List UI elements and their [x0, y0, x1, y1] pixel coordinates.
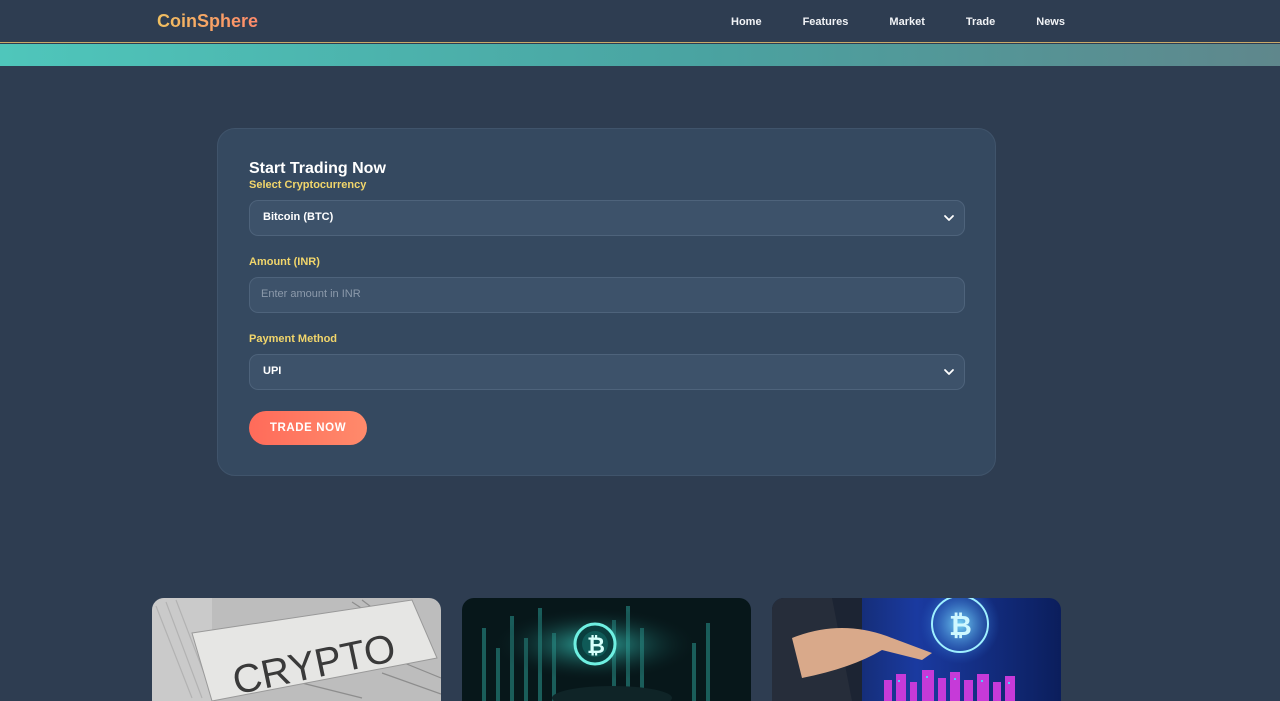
nav-item-news[interactable]: News [1036, 16, 1065, 28]
nav-item-trade[interactable]: Trade [966, 16, 995, 28]
chevron-down-icon [944, 369, 954, 375]
amount-input-placeholder: Enter amount in INR [261, 288, 361, 300]
payment-method-label: Payment Method [249, 333, 338, 345]
chevron-down-icon [944, 215, 954, 221]
payment-method-value: UPI [263, 365, 282, 377]
main-nav: Home Features Market Trade News [712, 0, 1065, 43]
crypto-select-label: Select Cryptocurrency [249, 179, 367, 191]
card-title: Start Trading Now [249, 160, 386, 177]
trade-now-button[interactable]: TRADE NOW [249, 411, 367, 445]
bitcoin-icon: ₿ [587, 633, 605, 658]
bitcoin-icon: ₿ [949, 610, 972, 641]
nav-item-home[interactable]: Home [731, 16, 762, 28]
accent-bar [0, 44, 1280, 66]
site-header: CoinSphere Home Features Market Trade Ne… [0, 0, 1280, 43]
trade-form-card: Start Trading Now Select Cryptocurrency … [217, 128, 996, 476]
amount-field-label: Amount (INR) [249, 256, 320, 268]
crypto-newspaper-image[interactable]: CRYPTO [152, 598, 441, 701]
payment-method-select[interactable]: UPI [249, 354, 965, 390]
amount-input[interactable]: Enter amount in INR [249, 277, 965, 313]
nav-item-features[interactable]: Features [803, 16, 849, 28]
nav-item-market[interactable]: Market [889, 16, 924, 28]
logo[interactable]: CoinSphere [157, 11, 258, 32]
crypto-select-value: Bitcoin (BTC) [263, 211, 334, 223]
crypto-select[interactable]: Bitcoin (BTC) [249, 200, 965, 236]
bitcoin-chart-image[interactable]: ₿ [462, 598, 751, 701]
bitcoin-hologram-image[interactable]: ₿ [772, 598, 1061, 701]
